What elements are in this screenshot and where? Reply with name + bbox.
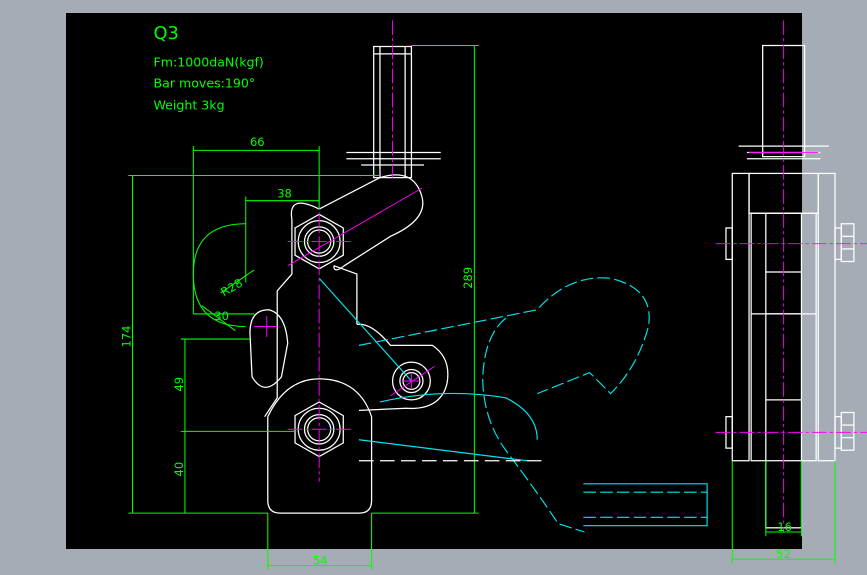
handle-alternate-position (318, 277, 708, 533)
dim-16-label: 16 (777, 520, 792, 534)
dim-30-label: 30 (214, 309, 229, 323)
drawing-title: Q3 (153, 23, 178, 44)
dim-54-label: 54 (313, 554, 328, 568)
cad-drawing-canvas[interactable]: Q3 Fm:1000daN(kgf) Bar moves:190° Weight… (66, 13, 867, 570)
dim-40-label: 40 (172, 462, 186, 477)
dim-49-label: 49 (172, 377, 186, 392)
spec-weight: Weight 3kg (153, 97, 224, 112)
dim-174-label: 174 (119, 325, 133, 347)
side-view-outline (725, 44, 855, 529)
spec-bar-moves: Bar moves:190° (153, 75, 255, 90)
dimension-38: 38 (245, 187, 320, 283)
clamp-body-outline (249, 45, 449, 514)
dim-289-label: 289 (461, 267, 475, 289)
dim-66-label: 66 (250, 135, 265, 149)
left-centerlines (254, 20, 435, 482)
side-view-centerlines (715, 20, 867, 533)
dimension-54: 54 (267, 513, 373, 570)
spec-force: Fm:1000daN(kgf) (153, 54, 263, 69)
dim-38-label: 38 (277, 187, 292, 201)
dim-52-label: 52 (776, 547, 791, 561)
clamp-drawing: Q3 Fm:1000daN(kgf) Bar moves:190° Weight… (119, 20, 867, 570)
dimension-40: 40 (172, 431, 186, 514)
